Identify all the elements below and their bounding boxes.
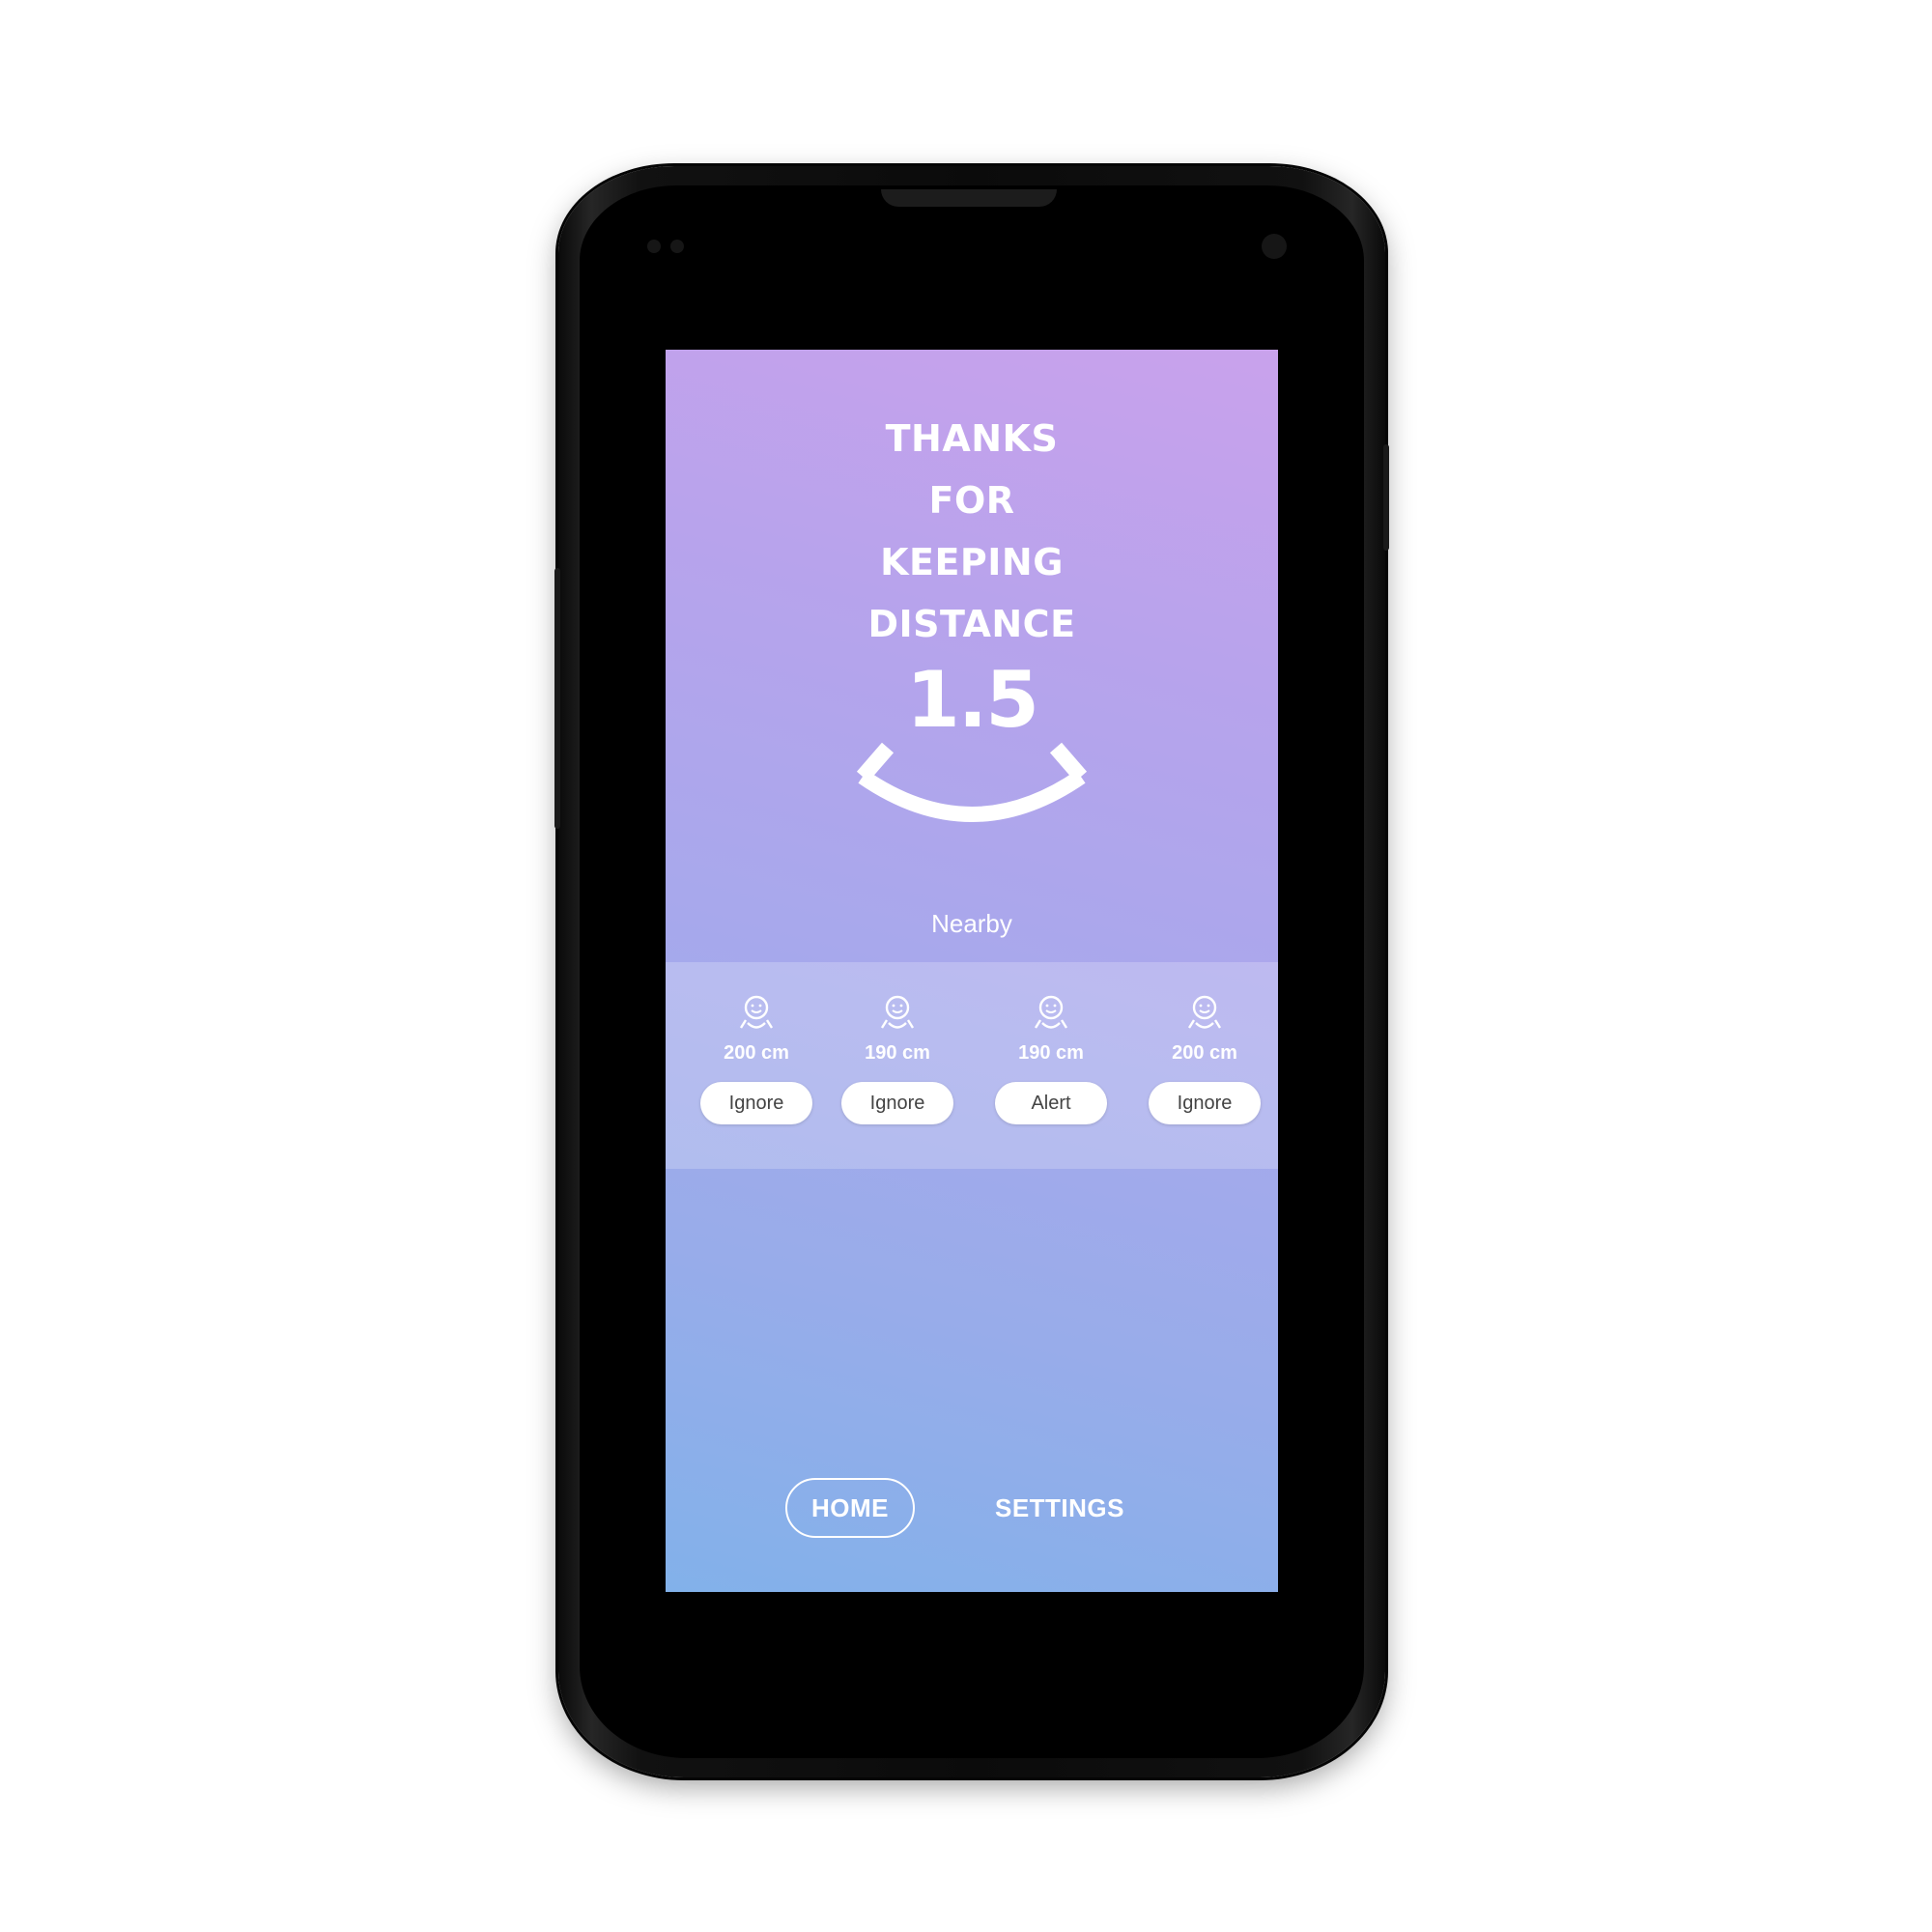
smile-icon <box>856 742 1088 822</box>
nearby-label: Nearby <box>931 909 1012 938</box>
proximity-sensor <box>647 240 661 253</box>
headline-line: DISTANCE <box>867 603 1076 645</box>
light-sensor <box>670 240 684 253</box>
device-distance: 200 cm <box>1172 1042 1237 1064</box>
bottom-nav: HOME SETTINGS <box>666 1478 1278 1542</box>
front-camera <box>1262 234 1287 259</box>
ignore-button[interactable]: Ignore <box>700 1082 812 1124</box>
headline: THANKS FOR KEEPING DISTANCE <box>666 408 1278 655</box>
nearby-device: 200 cm Ignore <box>679 991 834 1124</box>
device-distance: 200 cm <box>724 1042 789 1064</box>
nav-home-button[interactable]: HOME <box>785 1478 915 1538</box>
nearby-device: 190 cm Ignore <box>820 991 975 1124</box>
ignore-button[interactable]: Ignore <box>1149 1082 1261 1124</box>
nearby-devices-panel: 200 cm Ignore 190 cm Ignore 190 cm Alert <box>666 962 1278 1169</box>
ignore-button[interactable]: Ignore <box>841 1082 953 1124</box>
person-icon <box>739 995 774 1029</box>
nearby-device: 190 cm Alert <box>974 991 1128 1124</box>
device-distance: 190 cm <box>865 1042 930 1064</box>
nav-settings-button[interactable]: SETTINGS <box>982 1478 1137 1538</box>
earpiece-speaker <box>881 189 1057 207</box>
person-icon <box>880 995 915 1029</box>
headline-line: THANKS <box>885 417 1059 460</box>
person-icon <box>1034 995 1068 1029</box>
headline-line: KEEPING <box>880 541 1064 583</box>
nearby-device: 200 cm Ignore <box>1127 991 1278 1124</box>
person-icon <box>1187 995 1222 1029</box>
volume-key <box>554 568 560 829</box>
power-key <box>1383 444 1389 551</box>
app-screen: THANKS FOR KEEPING DISTANCE 1.5 Nearby 2… <box>666 350 1278 1592</box>
device-distance: 190 cm <box>1018 1042 1084 1064</box>
alert-button[interactable]: Alert <box>995 1082 1107 1124</box>
headline-line: FOR <box>928 479 1015 522</box>
